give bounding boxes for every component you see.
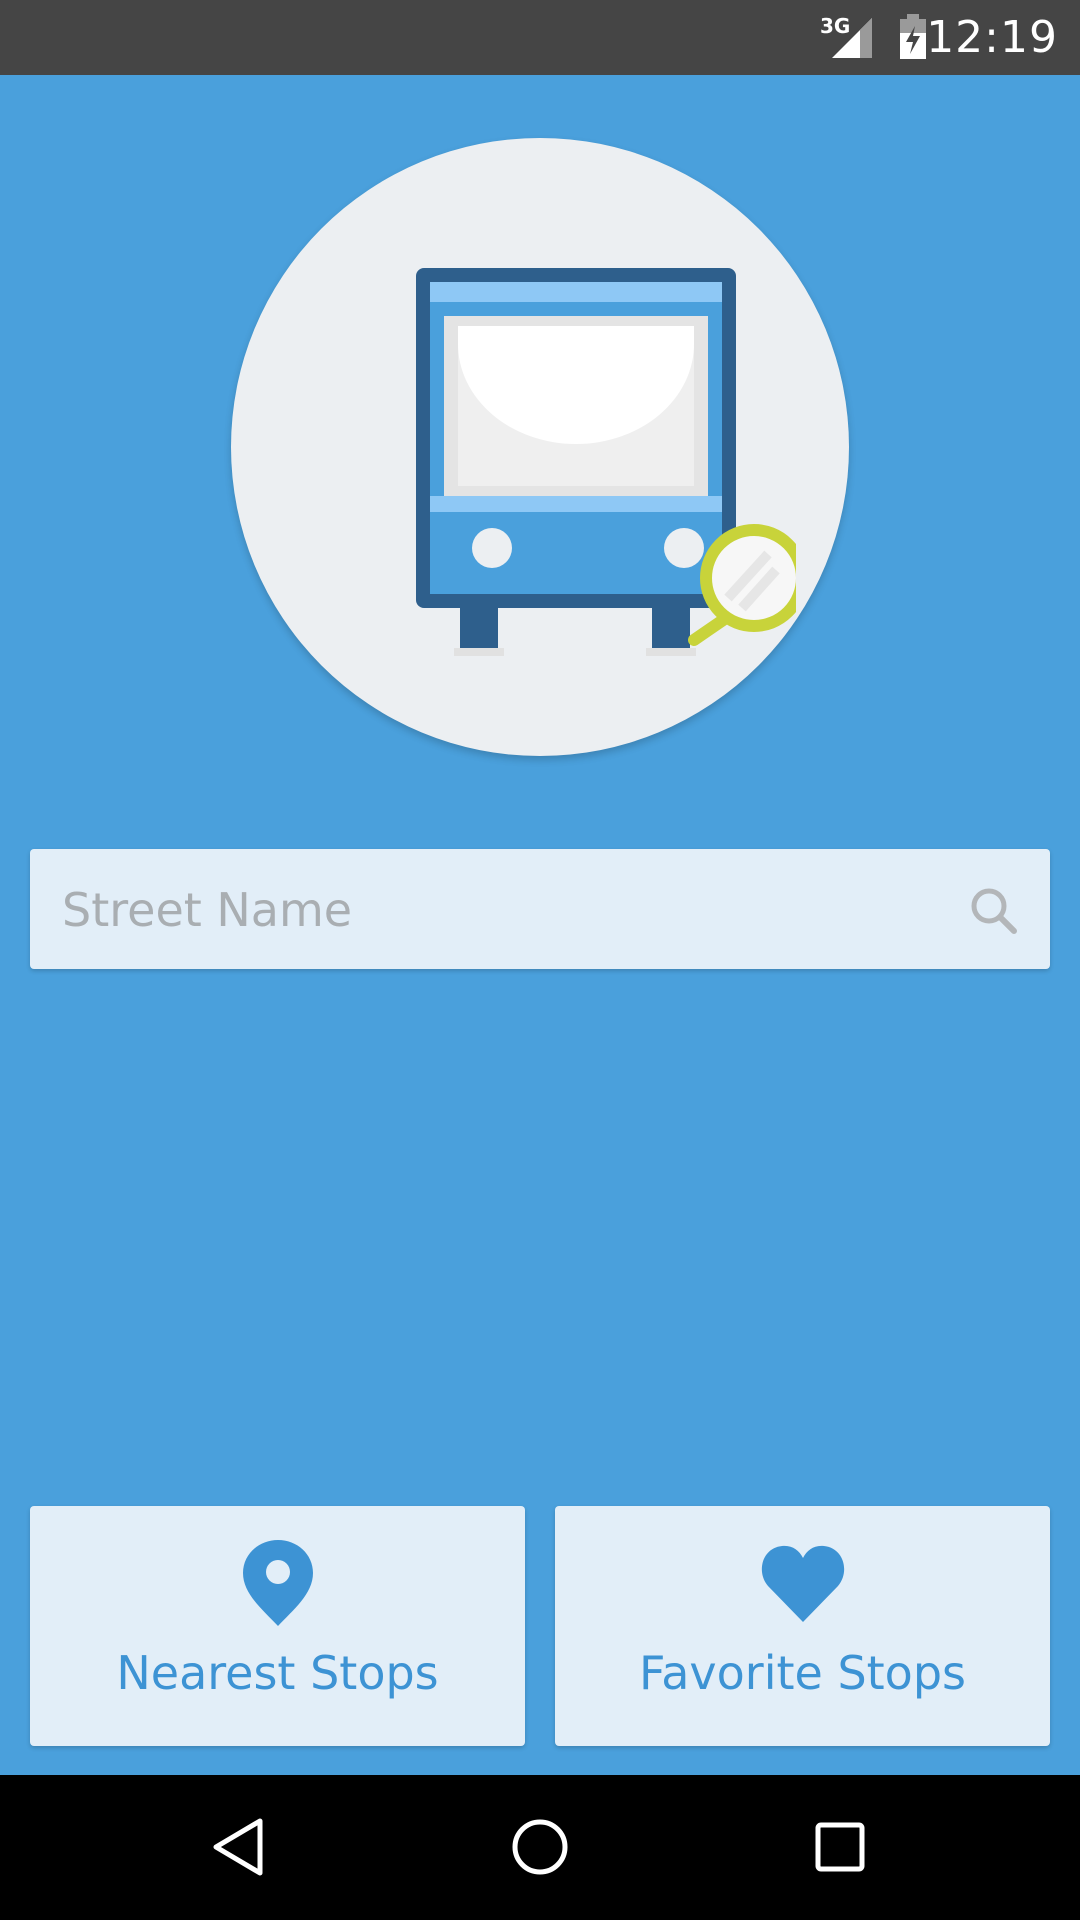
favorite-stops-button[interactable]: Favorite Stops [555, 1506, 1050, 1746]
back-icon[interactable] [208, 1815, 272, 1879]
navigation-bar [0, 1775, 1080, 1920]
recent-apps-icon[interactable] [808, 1815, 872, 1879]
status-bar: 3G 12:19 [0, 0, 1080, 75]
main-content: Nearest Stops Favorite Stops [0, 75, 1080, 1775]
search-field[interactable] [30, 849, 1050, 971]
clock: 12:19 [926, 12, 1058, 63]
search-icon[interactable] [968, 885, 1018, 935]
nearest-stops-label: Nearest Stops [116, 1646, 439, 1700]
app-logo [231, 138, 849, 756]
home-icon[interactable] [508, 1815, 572, 1879]
heart-icon [761, 1545, 844, 1622]
street-name-input[interactable] [60, 849, 964, 971]
cell-signal-icon [832, 18, 872, 58]
bus-with-magnifier-icon [416, 268, 796, 656]
battery-charging-icon [900, 14, 926, 59]
favorite-stops-label: Favorite Stops [639, 1646, 966, 1700]
location-pin-icon [242, 1540, 313, 1626]
nearest-stops-button[interactable]: Nearest Stops [30, 1506, 525, 1746]
